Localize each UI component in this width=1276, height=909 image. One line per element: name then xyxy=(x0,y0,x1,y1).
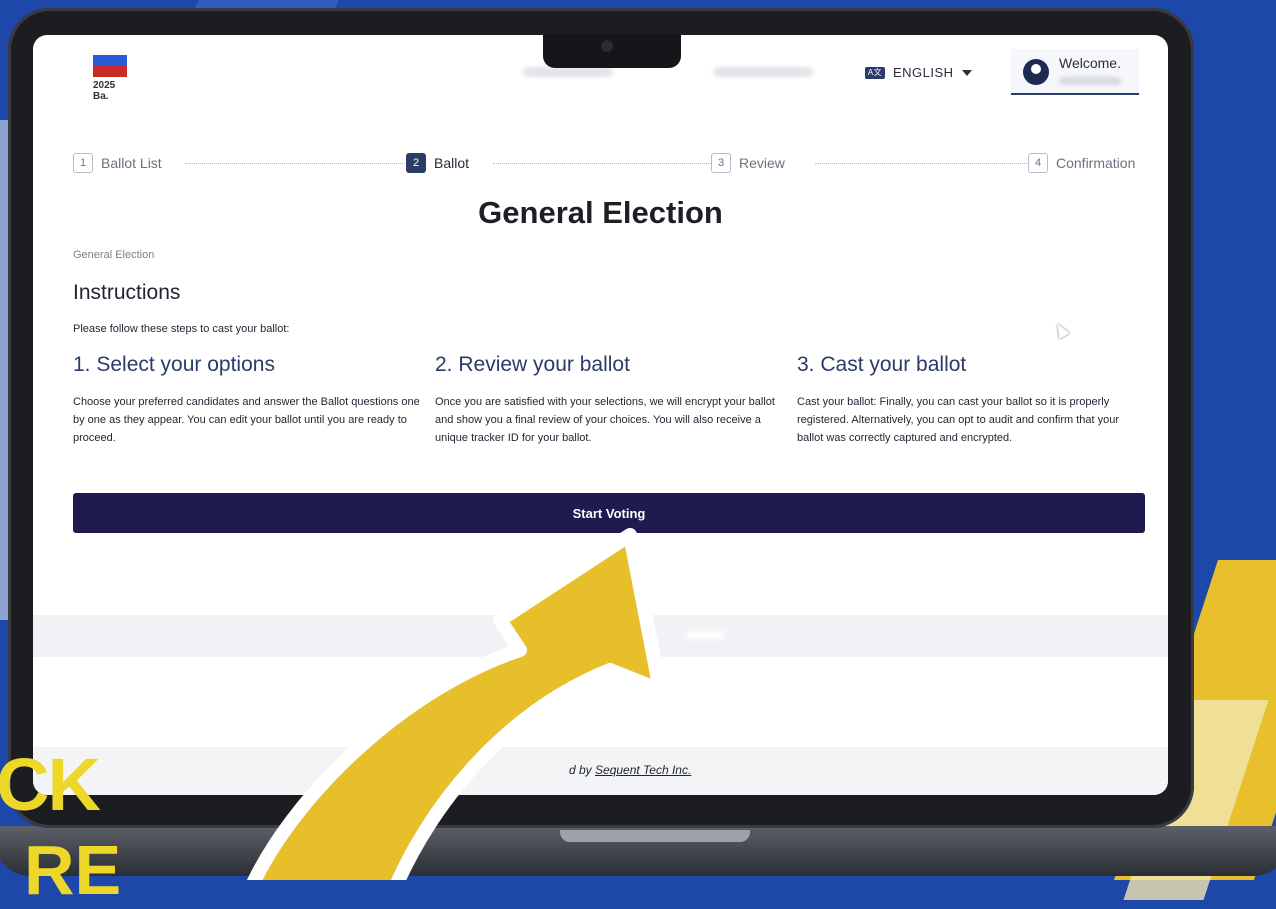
step-number: 3 xyxy=(711,153,731,173)
instruction-step-text: Cast your ballot: Finally, you can cast … xyxy=(797,396,1120,444)
step-connector xyxy=(185,163,415,164)
logo-flag-top xyxy=(93,55,127,65)
step-label: Ballot List xyxy=(101,155,162,171)
avatar-icon xyxy=(1023,59,1049,85)
instruction-step-heading: 2. Review your ballot xyxy=(435,353,630,376)
pointer-arrow-icon xyxy=(247,528,667,880)
camera-icon xyxy=(601,40,613,52)
step-connector xyxy=(493,163,725,164)
blurred-text xyxy=(685,631,725,639)
overlay-caption: CK xyxy=(0,743,101,826)
step-number: 1 xyxy=(73,153,93,173)
step-review[interactable]: 3 Review xyxy=(711,153,791,173)
step-label: Review xyxy=(739,155,785,171)
step-ballot-list[interactable]: 1 Ballot List xyxy=(73,153,168,173)
welcome-text: Welcome. xyxy=(1059,55,1121,71)
instruction-step-cast: 3. Cast your ballot Cast your ballot: Fi… xyxy=(797,353,1142,447)
instruction-step-text: Once you are satisfied with your selecti… xyxy=(435,396,775,444)
step-ballot[interactable]: 2 Ballot xyxy=(406,153,476,173)
breadcrumb: General Election xyxy=(73,249,155,261)
step-number: 4 xyxy=(1028,153,1048,173)
instruction-step-heading: 1. Select your options xyxy=(73,353,275,376)
instructions-intro: Please follow these steps to cast your b… xyxy=(73,323,290,335)
camera-notch xyxy=(543,34,681,68)
overlay-caption: RE xyxy=(24,831,122,909)
blurred-header-text xyxy=(713,67,813,77)
instruction-step-review: 2. Review your ballot Once you are satis… xyxy=(435,353,790,447)
instruction-step-heading: 3. Cast your ballot xyxy=(797,353,967,376)
step-label: Confirmation xyxy=(1056,155,1136,171)
election-logo[interactable]: 2025 Ba. xyxy=(93,55,127,102)
language-icon: A文 xyxy=(865,66,885,79)
instructions-heading: Instructions xyxy=(73,281,181,304)
logo-year: 2025 Ba. xyxy=(93,80,116,102)
language-label: ENGLISH xyxy=(893,65,954,80)
logo-flag-mid xyxy=(93,65,127,77)
page-title: General Election xyxy=(478,195,723,230)
progress-stepper: 1 Ballot List 2 Ballot 3 Review 4 Confir… xyxy=(73,153,1143,175)
step-number: 2 xyxy=(406,153,426,173)
instruction-step-select: 1. Select your options Choose your prefe… xyxy=(73,353,428,447)
step-connector xyxy=(815,163,1055,164)
chevron-down-icon xyxy=(961,69,972,76)
blurred-username xyxy=(1059,77,1121,85)
instruction-step-text: Choose your preferred candidates and ans… xyxy=(73,396,420,444)
language-selector[interactable]: A文 ENGLISH xyxy=(865,65,972,80)
step-label: Ballot xyxy=(434,155,470,171)
blurred-header-text xyxy=(523,67,613,77)
step-confirmation[interactable]: 4 Confirmation xyxy=(1028,153,1142,173)
user-menu[interactable]: Welcome. xyxy=(1011,49,1139,95)
mouse-cursor-icon xyxy=(1052,320,1070,340)
